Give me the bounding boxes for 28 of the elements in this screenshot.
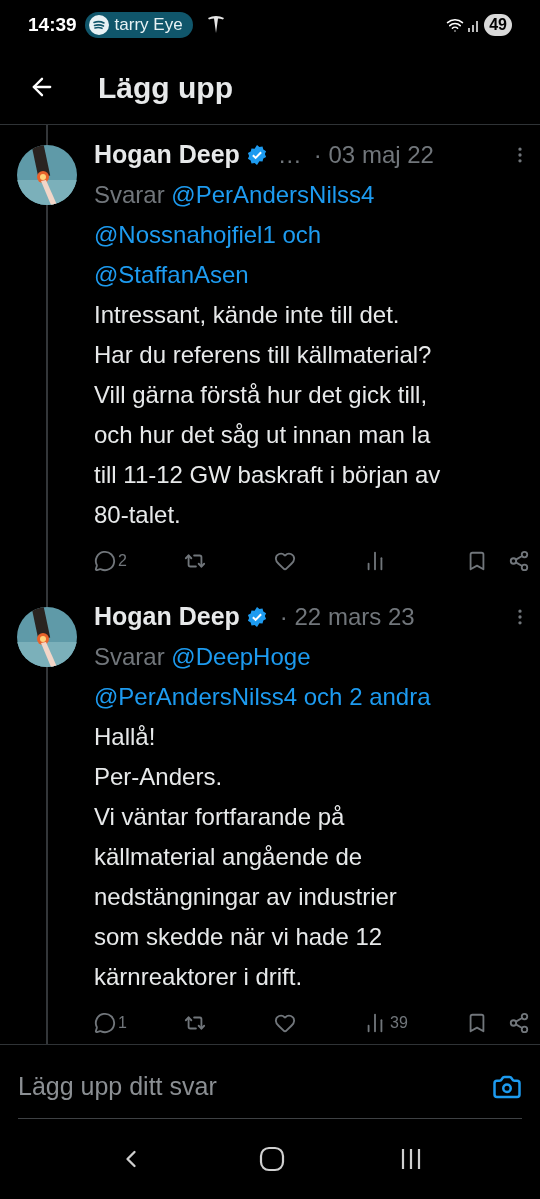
author-name[interactable]: Hogan Deep bbox=[94, 598, 240, 636]
home-nav-icon[interactable] bbox=[259, 1146, 285, 1172]
author-name[interactable]: Hogan Deep bbox=[94, 136, 240, 174]
reply-count: 1 bbox=[118, 1013, 127, 1033]
wifi-icon bbox=[446, 16, 465, 34]
status-time: 14:39 bbox=[28, 12, 77, 37]
share-icon[interactable] bbox=[508, 550, 530, 572]
reply-context: Svarar @DeepHoge @PerAndersNilss4 och 2 andra bbox=[94, 642, 432, 712]
post-date: · 22 mars 23 bbox=[279, 602, 415, 632]
reply-count: 2 bbox=[118, 551, 127, 571]
name-ellipsis: … bbox=[277, 140, 302, 170]
page-title: Lägg upp bbox=[98, 69, 233, 106]
reply-field[interactable]: Lägg upp ditt svar bbox=[18, 1067, 492, 1106]
post-text: Hallå! Per-Anders. Vi väntar fortfarande på källmaterial angående de nedstängningar av industrier som skedde när vi hade 12 kärnreaktorer i drift. bbox=[94, 722, 398, 992]
post-date: · 03 maj 22 bbox=[313, 140, 434, 170]
reply-context: Svarar @PerAndersNilss4 @Nossnahojfiel1 och @StaffanAsen bbox=[94, 180, 376, 290]
music-app-icon bbox=[88, 15, 109, 35]
post-text: Intressant, kände inte till det. Har du referens till källmaterial? Vill gärna förstå hur det gick till, och hur det såg ut innan man la till 11-12 GW baskraft i början av 80-talet. bbox=[94, 300, 442, 530]
reply-icon[interactable] bbox=[94, 1012, 116, 1034]
share-icon[interactable] bbox=[508, 1012, 530, 1034]
media-chip[interactable]: tarry Eye bbox=[84, 12, 193, 38]
like-icon[interactable] bbox=[274, 550, 296, 572]
view-count: 39 bbox=[390, 1013, 408, 1033]
reply-icon[interactable] bbox=[94, 550, 116, 572]
recents-nav-icon[interactable] bbox=[399, 1147, 423, 1171]
signal-icon bbox=[468, 18, 481, 32]
like-icon[interactable] bbox=[274, 1012, 296, 1034]
battery-indicator: 49 bbox=[484, 14, 512, 36]
